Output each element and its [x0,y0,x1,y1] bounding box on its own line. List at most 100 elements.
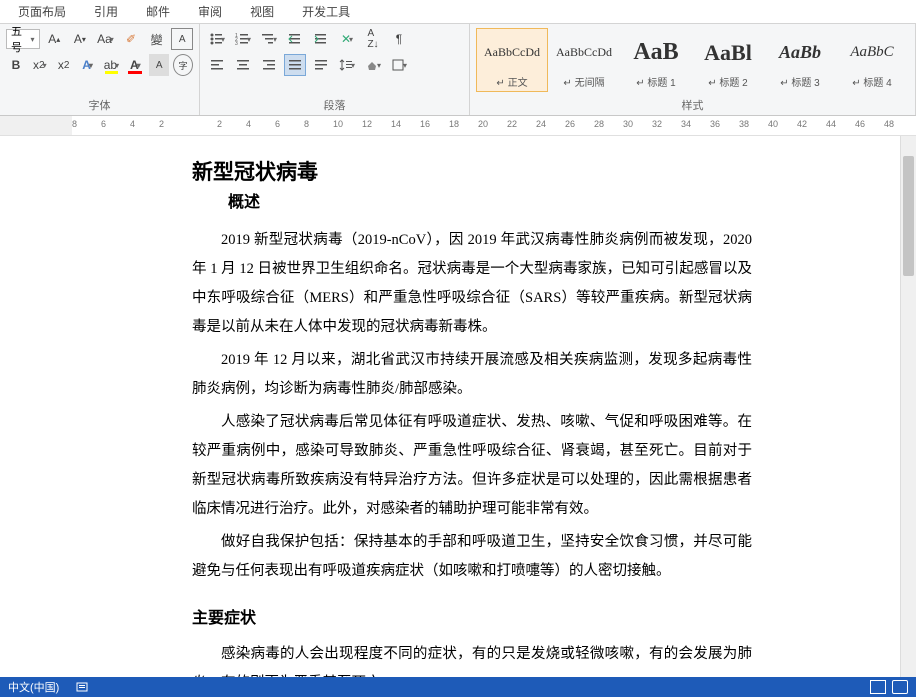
menu-devtools[interactable]: 开发工具 [288,0,364,23]
char-shading-button[interactable]: A [149,54,169,76]
style-item-4[interactable]: AaBb↵ 标题 3 [764,28,836,92]
borders-button[interactable]: ▾ [388,54,410,76]
text-effects-button[interactable]: A▾ [78,54,98,76]
style-name: ↵ 无间隔 [563,74,604,89]
style-preview: AaBbCcDd [484,31,540,74]
ruler-tick: 8 [304,119,309,129]
menu-references[interactable]: 引用 [80,0,132,23]
view-read-mode-icon[interactable] [892,680,908,694]
style-preview: AaB [633,31,678,74]
status-accessibility-icon[interactable] [75,680,89,694]
shrink-font-button[interactable]: A▾ [69,28,91,50]
superscript-button[interactable]: x2 [54,54,74,76]
document-page: 新型冠状病毒 概述 2019 新型冠状病毒（2019-nCoV），因 2019 … [72,136,872,677]
doc-paragraph: 人感染了冠状病毒后常见体征有呼吸道症状、发热、咳嗽、气促和呼吸困难等。在较严重病… [192,408,752,524]
bold-button[interactable]: B [6,54,26,76]
ruler-tick: 14 [391,119,401,129]
ruler-tick: 40 [768,119,778,129]
ruler-tick: 44 [826,119,836,129]
svg-text:3: 3 [235,41,238,46]
align-justify-button[interactable] [284,54,306,76]
scrollbar-thumb[interactable] [903,156,914,276]
phonetic-guide-button[interactable]: 變 [146,28,168,50]
ruler-tick: 26 [565,119,575,129]
document-area[interactable]: 新型冠状病毒 概述 2019 新型冠状病毒（2019-nCoV），因 2019 … [0,136,916,677]
ribbon-styles-group: AaBbCcDd↵ 正文AaBbCcDd↵ 无间隔AaB↵ 标题 1AaBl↵ … [470,24,916,115]
vertical-scrollbar[interactable] [900,136,916,677]
ruler-tick: 2 [159,119,164,129]
style-item-0[interactable]: AaBbCcDd↵ 正文 [476,28,548,92]
style-item-2[interactable]: AaB↵ 标题 1 [620,28,692,92]
change-case-button[interactable]: Aa▾ [95,28,117,50]
ruler-tick: 28 [594,119,604,129]
ruler-tick: 34 [681,119,691,129]
align-distribute-button[interactable] [310,54,332,76]
style-preview: AaBl [704,31,752,74]
font-size-selector[interactable]: 五号▾ [6,29,40,49]
ruler-tick: 18 [449,119,459,129]
menu-view[interactable]: 视图 [236,0,288,23]
doc-paragraph: 感染病毒的人会出现程度不同的症状，有的只是发烧或轻微咳嗽，有的会发展为肺炎，有的… [192,640,752,677]
style-preview: AaBbC [850,31,893,74]
style-name: ↵ 标题 2 [708,74,748,89]
ruler-tick: 42 [797,119,807,129]
doc-subtitle: 概述 [228,188,752,212]
ruler-tick: 32 [652,119,662,129]
view-print-layout-icon[interactable] [870,680,886,694]
ruler-tick: 10 [333,119,343,129]
highlight-button[interactable]: ab▾ [102,54,122,76]
align-center-button[interactable] [232,54,254,76]
style-item-3[interactable]: AaBl↵ 标题 2 [692,28,764,92]
ruler[interactable]: 8642246810121416182022242628303234363840… [0,116,916,136]
ruler-tick: 2 [217,119,222,129]
asian-layout-button[interactable]: ✕▾ [336,28,358,50]
style-name: ↵ 正文 [496,74,527,89]
menu-mailings[interactable]: 邮件 [132,0,184,23]
ruler-tick: 12 [362,119,372,129]
style-item-5[interactable]: AaBbC↵ 标题 4 [836,28,908,92]
ribbon-font-group: 五号▾ A▴ A▾ Aa▾ ✐ 變 A B x2▾ x2 A▾ ab▾ A▾ A… [0,24,200,115]
multilevel-list-button[interactable]: ▾ [258,28,280,50]
styles-group-label: 样式 [470,97,915,113]
align-right-button[interactable] [258,54,280,76]
show-marks-button[interactable]: ¶ [388,28,410,50]
sort-button[interactable]: AZ↓ [362,28,384,50]
style-name: ↵ 标题 4 [852,74,892,89]
style-item-1[interactable]: AaBbCcDd↵ 无间隔 [548,28,620,92]
style-name: ↵ 标题 1 [636,74,676,89]
grow-font-button[interactable]: A▴ [44,28,66,50]
numbering-button[interactable]: 123▾ [232,28,254,50]
doc-heading: 主要症状 [192,604,752,628]
ruler-tick: 20 [478,119,488,129]
menu-page-layout[interactable]: 页面布局 [4,0,80,23]
ruler-tick: 38 [739,119,749,129]
ruler-tick: 16 [420,119,430,129]
ruler-tick: 6 [101,119,106,129]
ruler-tick: 6 [275,119,280,129]
ruler-tick: 22 [507,119,517,129]
ruler-tick: 4 [130,119,135,129]
status-language[interactable]: 中文(中国) [8,679,59,695]
style-name: ↵ 标题 3 [780,74,820,89]
clear-format-button[interactable]: ✐ [120,28,142,50]
align-left-button[interactable] [206,54,228,76]
font-color-button[interactable]: A▾ [125,54,145,76]
menu-review[interactable]: 审阅 [184,0,236,23]
ruler-tick: 30 [623,119,633,129]
paragraph-group-label: 段落 [200,97,469,113]
ruler-tick: 48 [884,119,894,129]
shading-button[interactable]: ▾ [362,54,384,76]
enclose-char-button[interactable]: 字 [173,54,193,76]
increase-indent-button[interactable] [310,28,332,50]
ruler-tick: 36 [710,119,720,129]
ruler-tick: 4 [246,119,251,129]
bullets-button[interactable]: ▾ [206,28,228,50]
ruler-tick: 8 [72,119,77,129]
style-preview: AaBb [779,31,821,74]
char-border-button[interactable]: A [171,28,193,50]
decrease-indent-button[interactable] [284,28,306,50]
subscript-button[interactable]: x2▾ [30,54,50,76]
line-spacing-button[interactable]: ▾ [336,54,358,76]
doc-paragraph: 2019 新型冠状病毒（2019-nCoV），因 2019 年武汉病毒性肺炎病例… [192,226,752,342]
style-preview: AaBbCcDd [556,31,612,74]
